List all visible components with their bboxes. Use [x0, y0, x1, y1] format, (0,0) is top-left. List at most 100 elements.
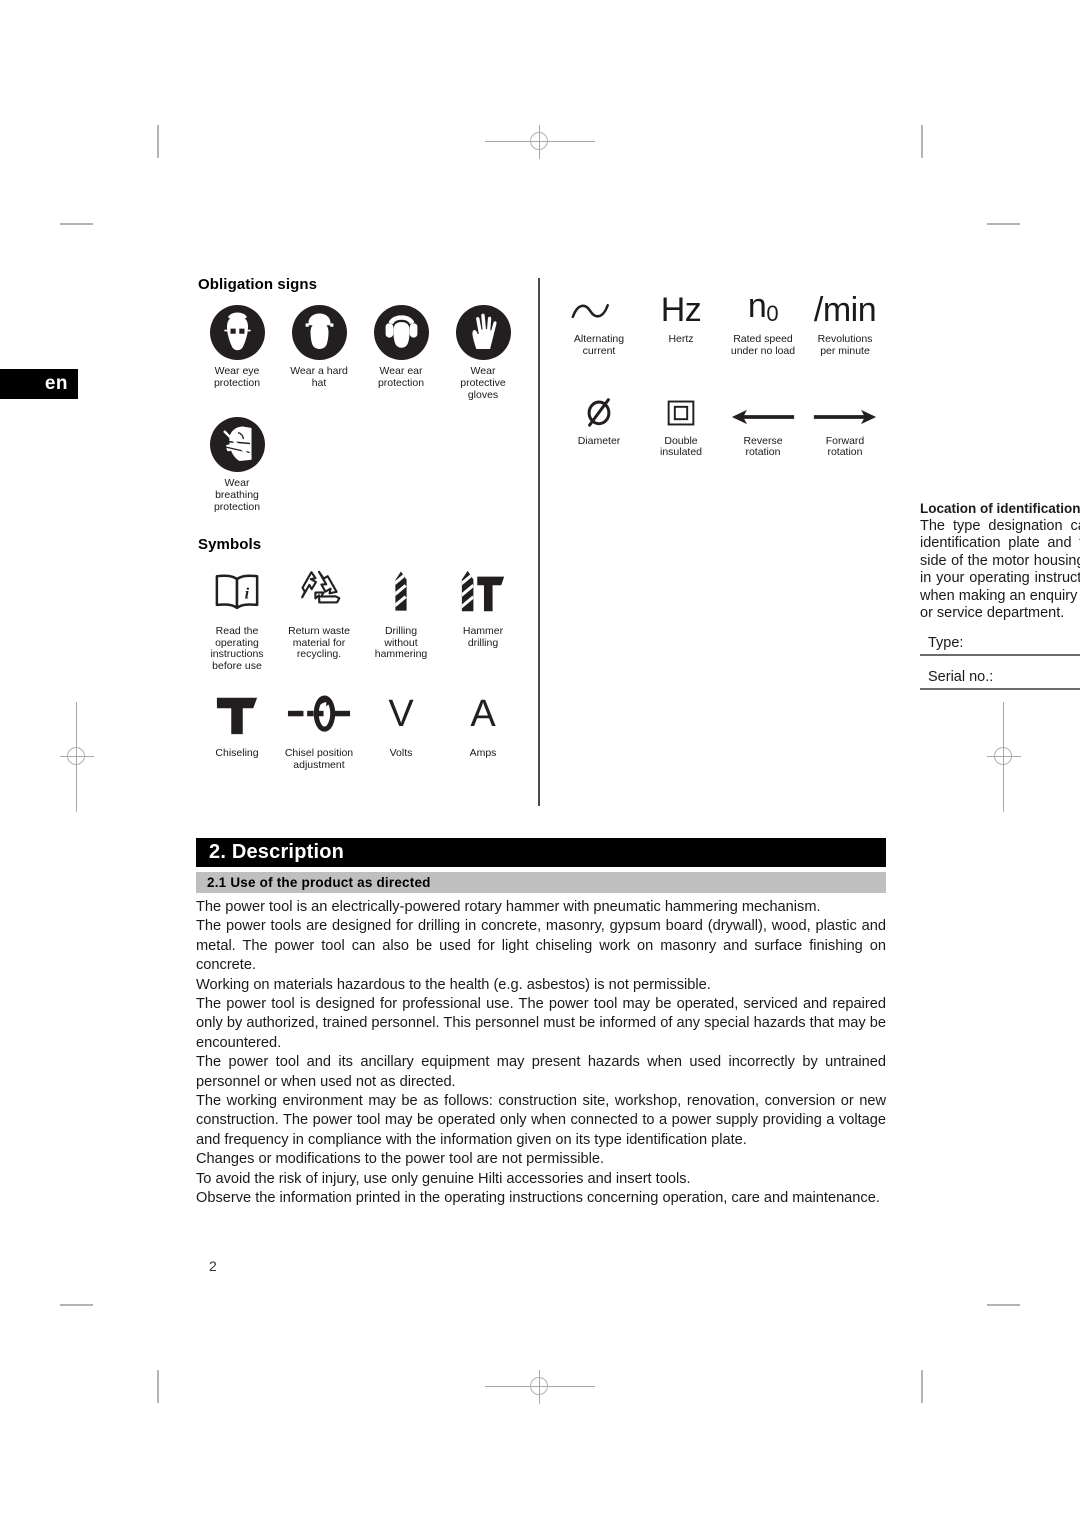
paragraph: The power tools are designed for drillin…	[196, 918, 886, 974]
registration-mark-top-center	[485, 125, 595, 159]
symbol-item-chisel-position-adjustment: Chisel position adjustment	[278, 685, 360, 772]
section-heading-bar: 2. Description	[196, 838, 886, 867]
obligation-item-caption: Wear protective gloves	[460, 365, 506, 401]
body-copy: The power tool is an electrically-powere…	[196, 898, 886, 1209]
symbol-item-recycling: Return waste material for recycling.	[278, 563, 360, 661]
symbol-item-caption: Read the operating instructions before use	[210, 624, 264, 673]
volts-glyph: V	[388, 692, 414, 735]
electrical-item-double-insulated: Double insulated	[640, 378, 722, 460]
electrical-item-alternating-current: Alternating current	[558, 276, 640, 358]
symbol-item-read-instructions: i Read the operating instructions before us…	[196, 563, 278, 673]
symbols-row-1: i Read the operating instructions before us…	[196, 563, 526, 673]
paragraph: Changes or modifications to the power to…	[196, 1151, 605, 1168]
type-field-rule	[920, 654, 1080, 657]
symbol-item-caption: Drilling without hammering	[374, 624, 428, 661]
paragraph: The power tool is an electrically-powere…	[196, 899, 821, 915]
serial-no-field[interactable]: Serial no.:	[920, 669, 1080, 690]
crop-mark-bottom-left-vertical	[157, 1370, 159, 1403]
subsection-heading-text: 2.1 Use of the product as directed	[207, 875, 431, 890]
obligation-item-breathing-protection: Wear breathing protection	[196, 415, 278, 513]
electrical-item-caption: Diameter	[577, 434, 621, 447]
alternating-current-icon	[569, 276, 629, 326]
language-tab-en: en	[0, 369, 78, 399]
wear-protective-gloves-icon	[455, 303, 511, 361]
wear-hard-hat-icon	[291, 303, 347, 361]
electrical-item-revolutions-per-minute: /min Revolutions per minute	[804, 276, 886, 358]
obligation-signs-row-2: Wear breathing protection	[196, 415, 526, 513]
obligation-item-hard-hat: Wear a hard hat	[278, 303, 360, 390]
registration-mark-left-middle	[60, 702, 94, 812]
identification-block: Location of identification data on the p…	[920, 501, 1080, 690]
wear-breathing-protection-icon	[209, 415, 265, 473]
registration-mark-bottom-center	[485, 1370, 595, 1404]
rated-speed-icon: n0	[747, 276, 779, 326]
read-operating-instructions-icon: i	[209, 563, 265, 621]
symbol-item-caption: Amps	[469, 746, 497, 759]
section-heading-text: 2. Description	[209, 841, 345, 863]
type-field-label: Type:	[928, 635, 964, 652]
paragraph: Observe the information printed in the o…	[196, 1190, 880, 1207]
subsection-heading-bar: 2.1 Use of the product as directed	[196, 872, 886, 893]
symbols-title: Symbols	[198, 535, 262, 553]
serial-no-field-label: Serial no.:	[928, 669, 994, 686]
crop-mark-bottom-right-vertical	[921, 1370, 923, 1403]
chisel-position-adjustment-icon	[286, 685, 352, 743]
crop-mark-left-bottom-horizontal	[60, 1304, 93, 1306]
wear-ear-protection-icon	[373, 303, 429, 361]
symbol-item-caption: Chiseling	[215, 746, 259, 759]
obligation-item-caption: Wear ear protection	[377, 365, 425, 389]
left-symbol-column: Obligation signs Wear eye protection Wea…	[196, 276, 526, 772]
paragraph: To avoid the risk of injury, use only ge…	[196, 1170, 691, 1187]
electrical-item-caption: Revolutions per minute	[817, 333, 873, 357]
serial-no-field-rule	[920, 688, 1080, 690]
electrical-item-caption: Hertz	[668, 333, 694, 345]
obligation-item-caption: Wear eye protection	[213, 365, 261, 389]
obligation-item-caption: Wear breathing protection	[213, 477, 261, 513]
symbol-item-amps: A Amps	[442, 685, 524, 760]
symbols-row-2: Chiseling Chisel position adjustment V V…	[196, 685, 526, 772]
obligation-item-protective-gloves: Wear protective gloves	[442, 303, 524, 401]
rpm-glyph: /min	[813, 291, 877, 329]
forward-rotation-icon	[812, 378, 878, 428]
symbol-item-caption: Chisel position adjustment	[284, 746, 354, 771]
page-number: 2	[209, 1258, 217, 1274]
symbol-item-chiseling: Chiseling	[196, 685, 278, 760]
manual-page: en Obligation signs Wear eye protection …	[0, 0, 1080, 1527]
crop-mark-right-top-horizontal	[987, 223, 1020, 225]
paragraph: The power tool is designed for professio…	[196, 996, 886, 1051]
obligation-item-ear-protection: Wear ear protection	[360, 303, 442, 390]
electrical-item-caption: Forward rotation	[825, 434, 865, 459]
identification-body: The type designation can be found on the…	[920, 518, 1080, 622]
electrical-item-caption: Reverse rotation	[743, 434, 783, 459]
identification-heading: Location of identification data on the p…	[920, 501, 1080, 516]
amps-icon: A	[470, 685, 495, 743]
symbol-legend-area: Obligation signs Wear eye protection Wea…	[196, 276, 1080, 806]
crop-mark-top-left-vertical	[157, 125, 159, 158]
hammer-drilling-icon	[458, 563, 508, 621]
symbol-item-caption: Return waste material for recycling.	[288, 624, 350, 661]
electrical-item-caption: Rated speed under no load	[730, 333, 796, 357]
column-divider	[538, 278, 540, 806]
volts-icon: V	[388, 685, 413, 743]
obligation-signs-title: Obligation signs	[198, 276, 318, 293]
obligation-item-eye-protection: Wear eye protection	[196, 303, 278, 390]
electrical-item-forward-rotation: Forward rotation	[804, 378, 886, 460]
recycling-icon	[291, 563, 347, 621]
crop-mark-left-top-horizontal	[60, 223, 93, 225]
right-symbol-column: Alternating current Hz Hertz n0 Rated spe…	[558, 276, 1080, 690]
reverse-rotation-icon	[730, 378, 796, 428]
revolutions-per-minute-icon: /min	[813, 276, 877, 329]
electrical-item-reverse-rotation: Reverse rotation	[722, 378, 804, 460]
double-insulated-icon	[666, 378, 696, 428]
crop-mark-right-bottom-horizontal	[987, 1304, 1020, 1306]
obligation-signs-row-1: Wear eye protection Wear a hard hat Wear…	[196, 303, 526, 401]
symbol-item-volts: V Volts	[360, 685, 442, 760]
electrical-row-1: Alternating current Hz Hertz n0 Rated spe…	[558, 276, 886, 358]
symbol-item-caption: Hammer drilling	[462, 624, 504, 649]
registration-mark-right-middle	[987, 702, 1021, 812]
paragraph: Working on materials hazardous to the he…	[196, 976, 711, 993]
electrical-item-hertz: Hz Hertz	[640, 276, 722, 358]
rated-speed-glyph: n0	[747, 287, 779, 326]
type-field[interactable]: Type:	[920, 635, 1080, 657]
symbol-item-hammer-drilling: Hammer drilling	[442, 563, 524, 650]
